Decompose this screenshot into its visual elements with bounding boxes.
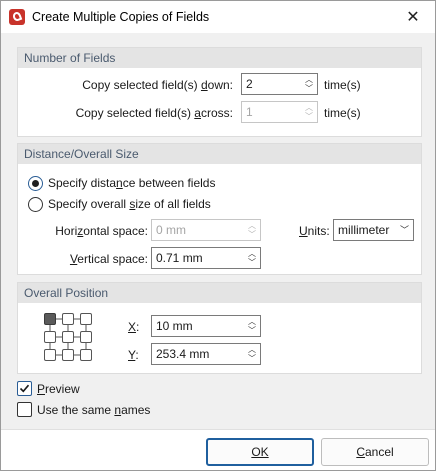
dialog-footer: OK Cancel xyxy=(1,429,435,470)
spin-down-icon[interactable]: ﹀ xyxy=(246,258,258,267)
chevron-down-icon: ﹀ xyxy=(399,225,409,235)
preview-checkbox[interactable] xyxy=(17,381,32,396)
vertical-space-label: Vertical space: xyxy=(69,252,148,266)
radio-specify-overall[interactable] xyxy=(28,197,43,212)
close-button[interactable]: ✕ xyxy=(391,1,435,33)
horizontal-space-arrows: ︿ ﹀ xyxy=(246,221,258,239)
checkmark-icon xyxy=(19,384,30,393)
dialog-content: Number of Fields Copy selected field(s) … xyxy=(9,33,429,429)
number-of-fields-header: Number of Fields xyxy=(18,48,421,68)
horizontal-space-input[interactable] xyxy=(152,220,242,240)
x-label: X: xyxy=(128,320,140,334)
copy-across-arrows: ︿ ﹀ xyxy=(303,103,315,121)
ok-button-label: OK xyxy=(251,445,269,459)
cancel-button[interactable]: Cancel xyxy=(321,438,429,466)
anchor-position-grid-icon[interactable] xyxy=(44,313,92,361)
preview-label: Preview xyxy=(37,382,80,396)
distance-group: Distance/Overall Size Specify distance b… xyxy=(17,143,422,275)
copy-down-label: Copy selected field(s) down: xyxy=(48,78,233,92)
cancel-button-label: Cancel xyxy=(356,445,394,459)
app-logo-icon xyxy=(9,9,25,25)
y-position-spinbox[interactable]: ︿ ﹀ xyxy=(151,343,261,365)
overall-position-header: Overall Position xyxy=(18,283,421,303)
radio-specify-distance[interactable] xyxy=(28,176,43,191)
copy-down-spinbox[interactable]: ︿ ﹀ xyxy=(241,73,318,95)
spin-down-icon[interactable]: ﹀ xyxy=(303,112,315,121)
y-position-arrows: ︿ ﹀ xyxy=(246,345,258,363)
vertical-space-spinbox[interactable]: ︿ ﹀ xyxy=(151,247,261,269)
close-icon: ✕ xyxy=(406,9,420,26)
units-dropdown-value: millimeter xyxy=(338,223,390,237)
spin-down-icon[interactable]: ﹀ xyxy=(246,326,258,335)
x-position-spinbox[interactable]: ︿ ﹀ xyxy=(151,315,261,337)
copy-down-suffix: time(s) xyxy=(324,78,361,92)
dialog-window: Create Multiple Copies of Fields ✕ Numbe… xyxy=(0,0,436,471)
number-of-fields-group: Number of Fields Copy selected field(s) … xyxy=(17,47,422,137)
copy-across-label-text: Copy selected field(s) across: xyxy=(75,106,233,120)
same-names-label: Use the same names xyxy=(37,403,151,417)
y-position-input[interactable] xyxy=(152,344,242,364)
units-dropdown[interactable]: millimeter ﹀ xyxy=(333,219,414,241)
units-label: Units: xyxy=(299,224,330,238)
copy-across-spinbox[interactable]: ︿ ﹀ xyxy=(241,101,318,123)
copy-down-input[interactable] xyxy=(242,74,299,94)
y-label: Y: xyxy=(128,348,139,362)
horizontal-space-spinbox[interactable]: ︿ ﹀ xyxy=(151,219,261,241)
spin-down-icon[interactable]: ﹀ xyxy=(246,230,258,239)
copy-across-label: Copy selected field(s) across: xyxy=(48,106,233,120)
radio-specify-distance-label: Specify distance between fields xyxy=(48,176,216,190)
copy-down-label-text: Copy selected field(s) down: xyxy=(82,78,233,92)
horizontal-space-label: Horizontal space: xyxy=(55,224,148,238)
copy-across-input[interactable] xyxy=(242,102,299,122)
title-bar: Create Multiple Copies of Fields ✕ xyxy=(1,1,435,33)
distance-header: Distance/Overall Size xyxy=(18,144,421,164)
x-position-input[interactable] xyxy=(152,316,242,336)
radio-specify-overall-label: Specify overall size of all fields xyxy=(48,197,211,211)
same-names-checkbox[interactable] xyxy=(17,402,32,417)
ok-button[interactable]: OK xyxy=(206,438,314,466)
dialog-title: Create Multiple Copies of Fields xyxy=(32,10,210,24)
x-position-arrows: ︿ ﹀ xyxy=(246,317,258,335)
overall-position-group: Overall Position X: 10 mm ︿ ﹀ Y: 253.4 m… xyxy=(17,282,422,374)
copy-down-arrows: ︿ ﹀ xyxy=(303,75,315,93)
vertical-space-arrows: ︿ ﹀ xyxy=(246,249,258,267)
vertical-space-input[interactable] xyxy=(152,248,242,268)
spin-down-icon[interactable]: ﹀ xyxy=(303,84,315,93)
copy-across-suffix: time(s) xyxy=(324,106,361,120)
spin-down-icon[interactable]: ﹀ xyxy=(246,354,258,363)
